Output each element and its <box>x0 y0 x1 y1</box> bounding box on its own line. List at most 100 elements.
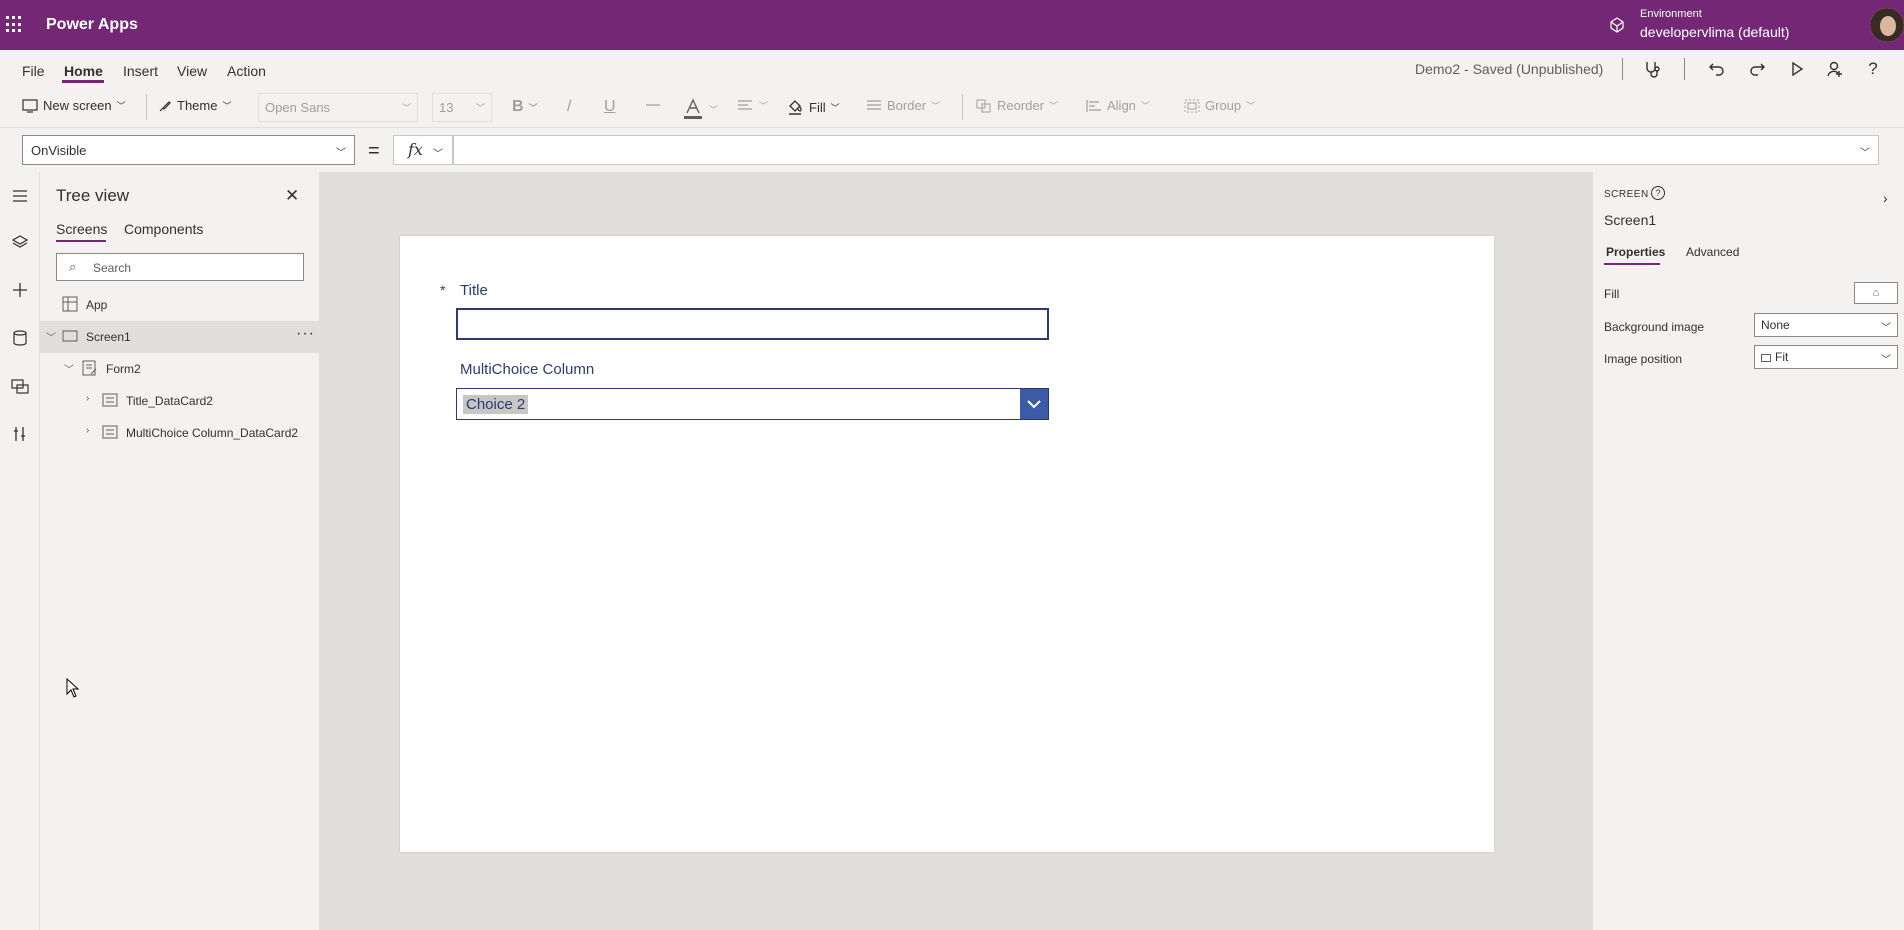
align-icon <box>1086 99 1101 112</box>
preview-play-icon[interactable] <box>1786 58 1808 80</box>
form-icon <box>82 360 97 376</box>
text-align-icon[interactable]: ﹀ <box>736 98 768 112</box>
hamburger-menu-icon[interactable] <box>6 182 34 210</box>
tree-search-input[interactable]: ⌕ Search <box>56 253 304 281</box>
help-circle-icon[interactable]: ? <box>1651 186 1665 200</box>
bold-button[interactable]: B ﹀ <box>512 98 538 116</box>
insert-plus-icon[interactable] <box>6 276 34 304</box>
media-icon[interactable] <box>6 372 34 400</box>
tree-node-form2[interactable]: ﹀ Form2 <box>40 353 320 385</box>
group-button[interactable]: Group ﹀ <box>1184 98 1255 113</box>
close-icon[interactable]: ✕ <box>285 186 299 206</box>
theme-label: Theme <box>177 98 218 113</box>
chevron-down-icon: ﹀ <box>401 103 411 113</box>
chevron-down-icon: ﹀ <box>830 102 840 113</box>
fx-button[interactable]: fx ﹀ <box>393 135 453 165</box>
datacard-icon <box>102 393 118 407</box>
fill-color-picker[interactable]: ⌂ <box>1854 282 1898 304</box>
selected-name[interactable]: Screen1 <box>1604 212 1656 228</box>
underline-button[interactable]: U <box>604 98 616 116</box>
tree-node-label: MultiChoice Column_DataCard2 <box>126 426 299 440</box>
tree-node-app[interactable]: App <box>40 289 320 321</box>
tree-node-title-datacard[interactable]: › Title_DataCard2 <box>40 385 320 417</box>
chevron-down-icon: ﹀ <box>1048 101 1058 111</box>
chevron-right-icon[interactable]: › <box>1883 190 1888 206</box>
tree-node-label: Screen1 <box>86 330 131 344</box>
tab-components[interactable]: Components <box>124 221 203 237</box>
advanced-tools-icon[interactable] <box>6 420 34 448</box>
menu-view[interactable]: View <box>177 63 207 79</box>
font-color-button[interactable]: ﹀ <box>682 98 718 120</box>
tree-view-title: Tree view <box>56 186 130 205</box>
formula-input[interactable]: ﹀ <box>453 135 1879 165</box>
align-button[interactable]: Align ﹀ <box>1086 98 1150 113</box>
more-options-icon[interactable]: ··· <box>296 325 315 343</box>
menu-home[interactable]: Home <box>64 63 103 79</box>
fill-button[interactable]: Fill ﹀ <box>786 98 840 116</box>
app-launcher-icon[interactable] <box>6 16 23 33</box>
font-family-select[interactable]: Open Sans ﹀ <box>258 93 418 122</box>
reorder-icon <box>976 99 991 112</box>
tab-screens[interactable]: Screens <box>56 221 107 237</box>
chevron-down-icon: ﹀ <box>528 102 538 113</box>
tree-view-layers-icon[interactable] <box>6 228 34 256</box>
environment-name[interactable]: developervlima (default) <box>1640 24 1789 40</box>
tab-advanced[interactable]: Advanced <box>1686 245 1739 259</box>
chevron-down-icon[interactable]: ﹀ <box>64 361 74 376</box>
new-screen-label: New screen <box>43 98 112 113</box>
menu-action[interactable]: Action <box>227 63 266 79</box>
title-input[interactable] <box>456 308 1049 340</box>
tree-node-screen1[interactable]: ﹀ Screen1 ··· <box>40 321 320 353</box>
search-icon: ⌕ <box>69 259 77 274</box>
app-checker-icon[interactable] <box>1642 58 1664 80</box>
required-indicator: * <box>440 282 446 298</box>
property-value: OnVisible <box>31 143 87 158</box>
reorder-button[interactable]: Reorder ﹀ <box>976 98 1058 113</box>
chevron-down-icon: ﹀ <box>475 103 485 113</box>
border-icon <box>867 99 881 110</box>
environment-icon[interactable] <box>1608 16 1626 34</box>
chevron-down-icon[interactable]: ﹀ <box>46 329 56 344</box>
menu-insert[interactable]: Insert <box>123 63 158 79</box>
strikethrough-icon[interactable] <box>644 98 662 112</box>
share-user-icon[interactable] <box>1824 58 1846 80</box>
multichoice-combobox[interactable]: Choice 2 <box>456 388 1049 420</box>
chevron-right-icon[interactable]: › <box>86 393 89 404</box>
dropdown-chevron-icon[interactable] <box>1020 389 1048 419</box>
background-image-value: None <box>1761 318 1790 332</box>
undo-icon[interactable] <box>1706 58 1728 80</box>
chevron-down-icon: ﹀ <box>931 101 941 111</box>
chevron-down-icon: ﹀ <box>1881 323 1891 334</box>
app-name[interactable]: Power Apps <box>46 16 138 34</box>
chevron-down-icon: ﹀ <box>222 101 232 111</box>
italic-button[interactable]: / <box>567 98 571 116</box>
image-icon <box>1761 354 1771 362</box>
image-position-select[interactable]: Fit ﹀ <box>1754 345 1898 369</box>
help-icon[interactable]: ? <box>1862 58 1884 80</box>
bold-label: B <box>512 98 524 115</box>
expand-formula-icon[interactable]: ﹀ <box>1860 144 1870 159</box>
image-position-value: Fit <box>1775 350 1789 364</box>
chevron-down-icon: ﹀ <box>709 104 719 115</box>
datacard-icon <box>102 425 118 439</box>
tree-node-label: Title_DataCard2 <box>126 394 213 408</box>
redo-icon[interactable] <box>1746 58 1768 80</box>
chevron-down-icon: ﹀ <box>1881 355 1891 366</box>
divider <box>962 94 963 120</box>
app-header: Power Apps Environment developervlima (d… <box>0 0 1904 50</box>
chevron-down-icon: ﹀ <box>116 101 126 111</box>
font-size-select[interactable]: 13 ﹀ <box>432 93 492 122</box>
chevron-right-icon[interactable]: › <box>86 425 89 436</box>
user-avatar[interactable] <box>1870 8 1904 42</box>
border-button[interactable]: Border ﹀ <box>866 98 940 113</box>
background-image-select[interactable]: None ﹀ <box>1754 313 1898 337</box>
new-screen-button[interactable]: New screen ﹀ <box>22 98 126 113</box>
tab-properties[interactable]: Properties <box>1606 245 1665 259</box>
property-dropdown[interactable]: OnVisible ﹀ <box>22 135 355 165</box>
fill-bucket-icon: ⌂ <box>1872 287 1880 299</box>
theme-button[interactable]: Theme ﹀ <box>158 98 231 113</box>
menu-file[interactable]: File <box>22 63 45 79</box>
tree-node-multichoice-datacard[interactable]: › MultiChoice Column_DataCard2 <box>40 417 320 449</box>
reorder-label: Reorder <box>997 98 1044 113</box>
data-cylinder-icon[interactable] <box>6 324 34 352</box>
